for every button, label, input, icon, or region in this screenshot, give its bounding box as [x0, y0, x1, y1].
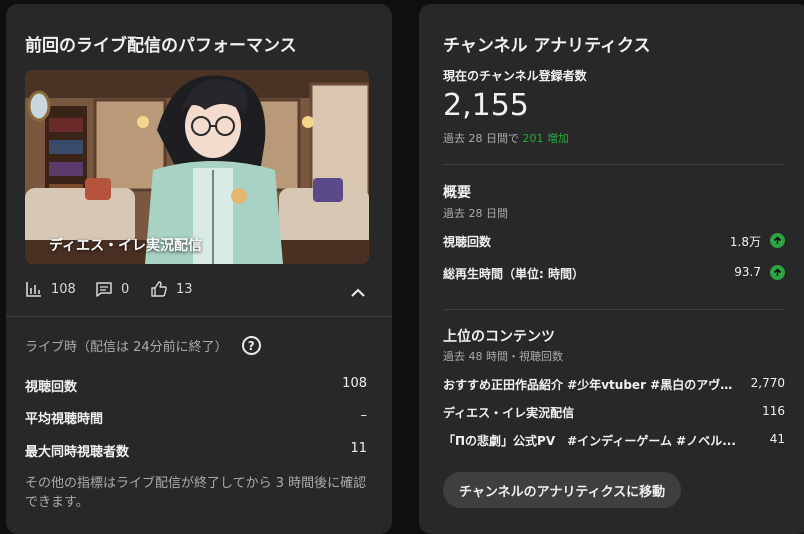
- subscribers-change: 過去 28 日間で 201 増加: [443, 130, 569, 146]
- live-performance-title: 前回のライブ配信のパフォーマンス: [25, 36, 297, 56]
- subscribers-label: 現在のチャンネル登録者数: [443, 69, 587, 83]
- chevron-up-icon: [351, 282, 365, 301]
- divider: [443, 164, 785, 165]
- content-title: おすすめ正田作品紹介 #少年vtuber #黒白のアヴェ...: [443, 378, 743, 392]
- top-content-row[interactable]: ディエス・イレ実況配信 116: [443, 404, 785, 422]
- subscribers-change-prefix: 過去 28 日間で: [443, 132, 519, 145]
- bar-chart-icon: [25, 280, 43, 298]
- comment-icon: [95, 280, 113, 298]
- overview-value: 93.7: [734, 265, 761, 279]
- content-title: 「Πの悲劇」公式PV #インディーゲーム #ノベル...: [443, 434, 736, 448]
- overview-row: 視聴回数 1.8万: [443, 233, 785, 251]
- help-icon[interactable]: ?: [241, 336, 261, 355]
- live-performance-card: 前回のライブ配信のパフォーマンス ディエス・イレ実況配信 108 0 13 ライ…: [6, 4, 392, 534]
- top-content-title: 上位のコンテンツ: [443, 329, 555, 345]
- top-content-row[interactable]: 「Πの悲劇」公式PV #インディーゲーム #ノベル... 41: [443, 432, 785, 450]
- overview-row: 総再生時間（単位: 時間） 93.7: [443, 265, 785, 283]
- live-status-text: ライブ時（配信は 24分前に終了）: [25, 340, 228, 355]
- metric-row: 最大同時視聴者数 11: [25, 441, 367, 460]
- subscribers-change-value: 201 増加: [522, 132, 570, 145]
- content-views: 41: [769, 432, 785, 446]
- metric-value: 11: [350, 441, 367, 456]
- video-thumbnail[interactable]: ディエス・イレ実況配信: [25, 70, 369, 264]
- metric-row: 平均視聴時間 –: [25, 408, 368, 427]
- metric-row: 視聴回数 108: [25, 376, 367, 395]
- divider: [443, 309, 785, 310]
- thumbnail-caption: ディエス・イレ実況配信: [49, 238, 203, 254]
- content-views: 116: [762, 404, 785, 418]
- comments-count: 0: [121, 281, 130, 297]
- arrow-up-icon: [770, 265, 785, 280]
- comments-stat: 0: [95, 280, 129, 298]
- overview-label: 視聴回数: [443, 235, 492, 249]
- overview-title: 概要: [443, 185, 471, 201]
- channel-analytics-title: チャンネル アナリティクス: [443, 36, 651, 56]
- top-content-period: 過去 48 時間・視聴回数: [443, 350, 563, 363]
- subscribers-count: 2,155: [443, 88, 529, 123]
- arrow-up-icon: [770, 233, 785, 248]
- metric-label: 平均視聴時間: [25, 412, 104, 427]
- go-to-analytics-button[interactable]: チャンネルのアナリティクスに移動: [443, 472, 682, 508]
- divider: [6, 316, 392, 317]
- metric-value: 108: [342, 376, 367, 391]
- thumbs-up-icon: [150, 280, 168, 298]
- overview-period: 過去 28 日間: [443, 207, 508, 220]
- top-content-row[interactable]: おすすめ正田作品紹介 #少年vtuber #黒白のアヴェ... 2,770: [443, 376, 785, 394]
- metrics-note: その他の指標はライブ配信が終了してから 3 時間後に確認できます。: [25, 476, 367, 510]
- likes-count: 13: [176, 281, 193, 297]
- views-stat: 108: [25, 280, 76, 298]
- metric-value: –: [360, 408, 368, 423]
- content-views: 2,770: [750, 376, 785, 390]
- content-title: ディエス・イレ実況配信: [443, 406, 575, 420]
- collapse-button[interactable]: [347, 280, 369, 302]
- overview-value: 1.8万: [729, 235, 761, 249]
- live-status-label: ライブ時（配信は 24分前に終了） ?: [25, 336, 261, 355]
- overview-label: 総再生時間（単位: 時間）: [443, 267, 584, 281]
- video-stats-row: 108 0 13: [25, 280, 369, 302]
- metric-label: 視聴回数: [25, 380, 78, 395]
- likes-stat: 13: [150, 280, 193, 298]
- views-count: 108: [51, 281, 76, 297]
- metric-label: 最大同時視聴者数: [25, 445, 130, 460]
- channel-analytics-card: チャンネル アナリティクス 現在のチャンネル登録者数 2,155 過去 28 日…: [419, 4, 804, 534]
